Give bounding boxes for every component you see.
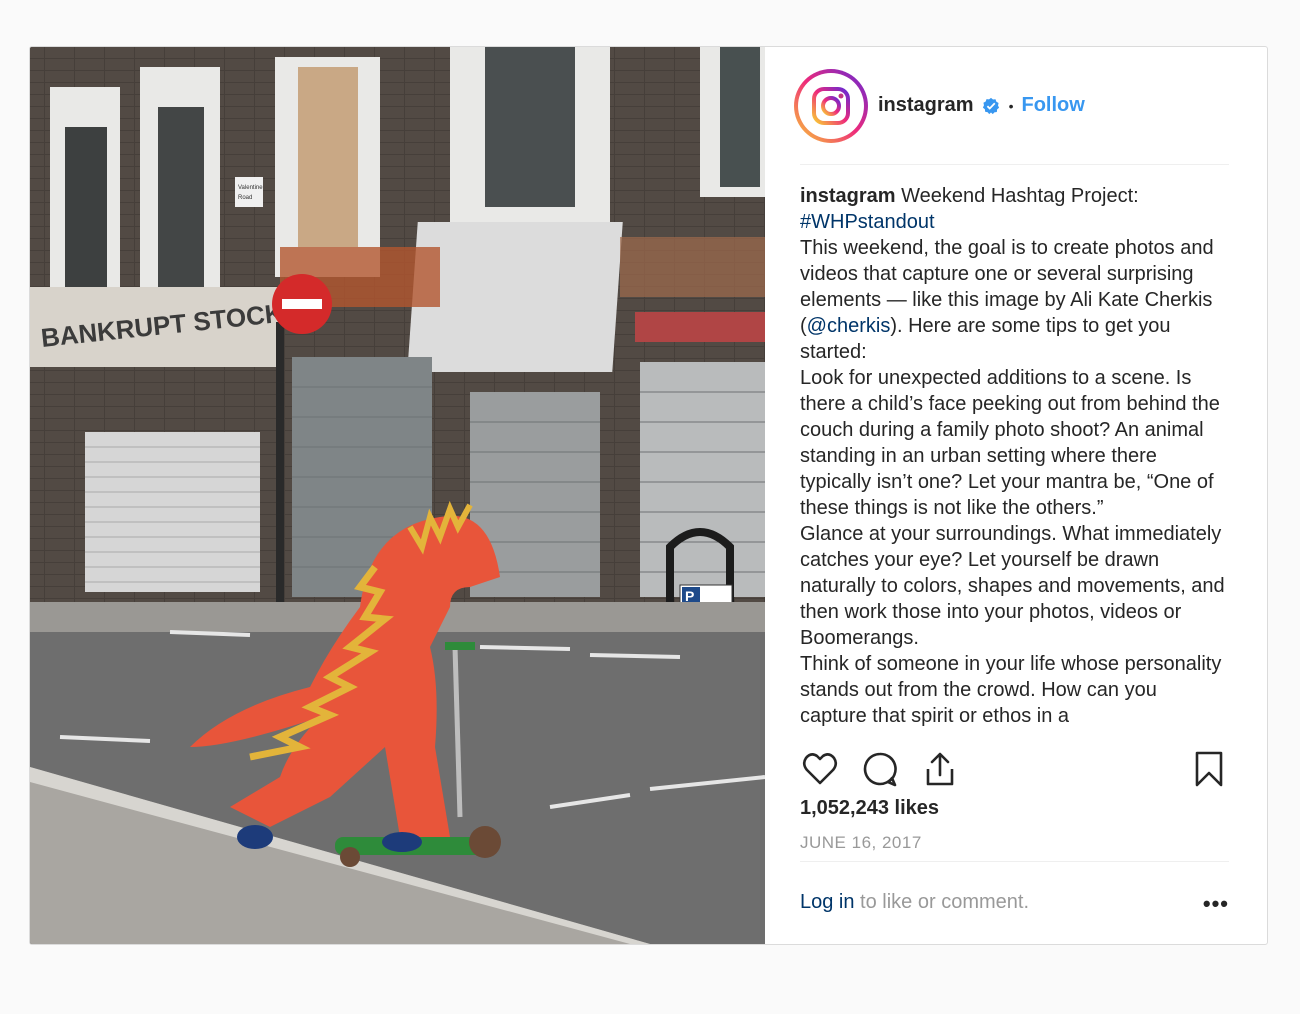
- caption-paragraph-1: instagram Weekend Hashtag Project: #WHPs…: [800, 183, 1229, 365]
- street-sign-line1: Valentine: [238, 185, 263, 191]
- save-button[interactable]: [1189, 749, 1229, 789]
- caption-username[interactable]: instagram: [800, 185, 896, 207]
- likes-count[interactable]: 1,052,243 likes: [800, 797, 939, 820]
- street-sign-line2: Road: [238, 195, 252, 201]
- login-link[interactable]: Log in: [800, 891, 855, 913]
- divider: [800, 861, 1229, 862]
- post-date: JUNE 16, 2017: [800, 833, 922, 852]
- post-sidebar: instagram • Follow instagram Weekend Has…: [765, 47, 1267, 944]
- post-header: instagram • Follow: [794, 47, 1229, 165]
- header-username[interactable]: instagram: [878, 94, 974, 117]
- comment-icon: [863, 752, 897, 787]
- caption-paragraph-4: Think of someone in your life whose pers…: [800, 653, 1222, 727]
- instagram-logo-icon: [798, 72, 864, 139]
- action-bar: [800, 749, 1229, 789]
- post-photo[interactable]: BANKRUPT STOCK. Valentine Road P: [30, 47, 765, 944]
- caption-paragraph-2: Look for unexpected additions to a scene…: [800, 367, 1220, 519]
- like-button[interactable]: [800, 749, 840, 789]
- photo-illustration: BANKRUPT STOCK. Valentine Road P: [30, 47, 765, 944]
- verified-badge-icon: [982, 97, 999, 114]
- avatar[interactable]: [794, 68, 868, 143]
- caption-mention[interactable]: @cherkis: [807, 315, 891, 337]
- login-rest: to like or comment.: [854, 891, 1030, 913]
- follow-button[interactable]: Follow: [1022, 94, 1085, 117]
- caption-hashtag[interactable]: #WHPstandout: [800, 211, 935, 233]
- caption-lead: Weekend Hashtag Project:: [901, 185, 1139, 207]
- share-button[interactable]: [920, 749, 960, 789]
- share-icon: [926, 752, 954, 786]
- bookmark-icon: [1195, 751, 1223, 787]
- post-card: BANKRUPT STOCK. Valentine Road P instagr…: [29, 46, 1268, 945]
- caption: instagram Weekend Hashtag Project: #WHPs…: [800, 165, 1229, 727]
- login-prompt: Log in to like or comment.: [800, 891, 1029, 914]
- parking-sign: P: [685, 588, 694, 604]
- more-options-button[interactable]: •••: [1203, 891, 1229, 917]
- header-separator: •: [1008, 97, 1014, 114]
- caption-paragraph-3: Glance at your surroundings. What immedi…: [800, 523, 1225, 649]
- comment-button[interactable]: [860, 749, 900, 789]
- heart-icon: [802, 753, 838, 785]
